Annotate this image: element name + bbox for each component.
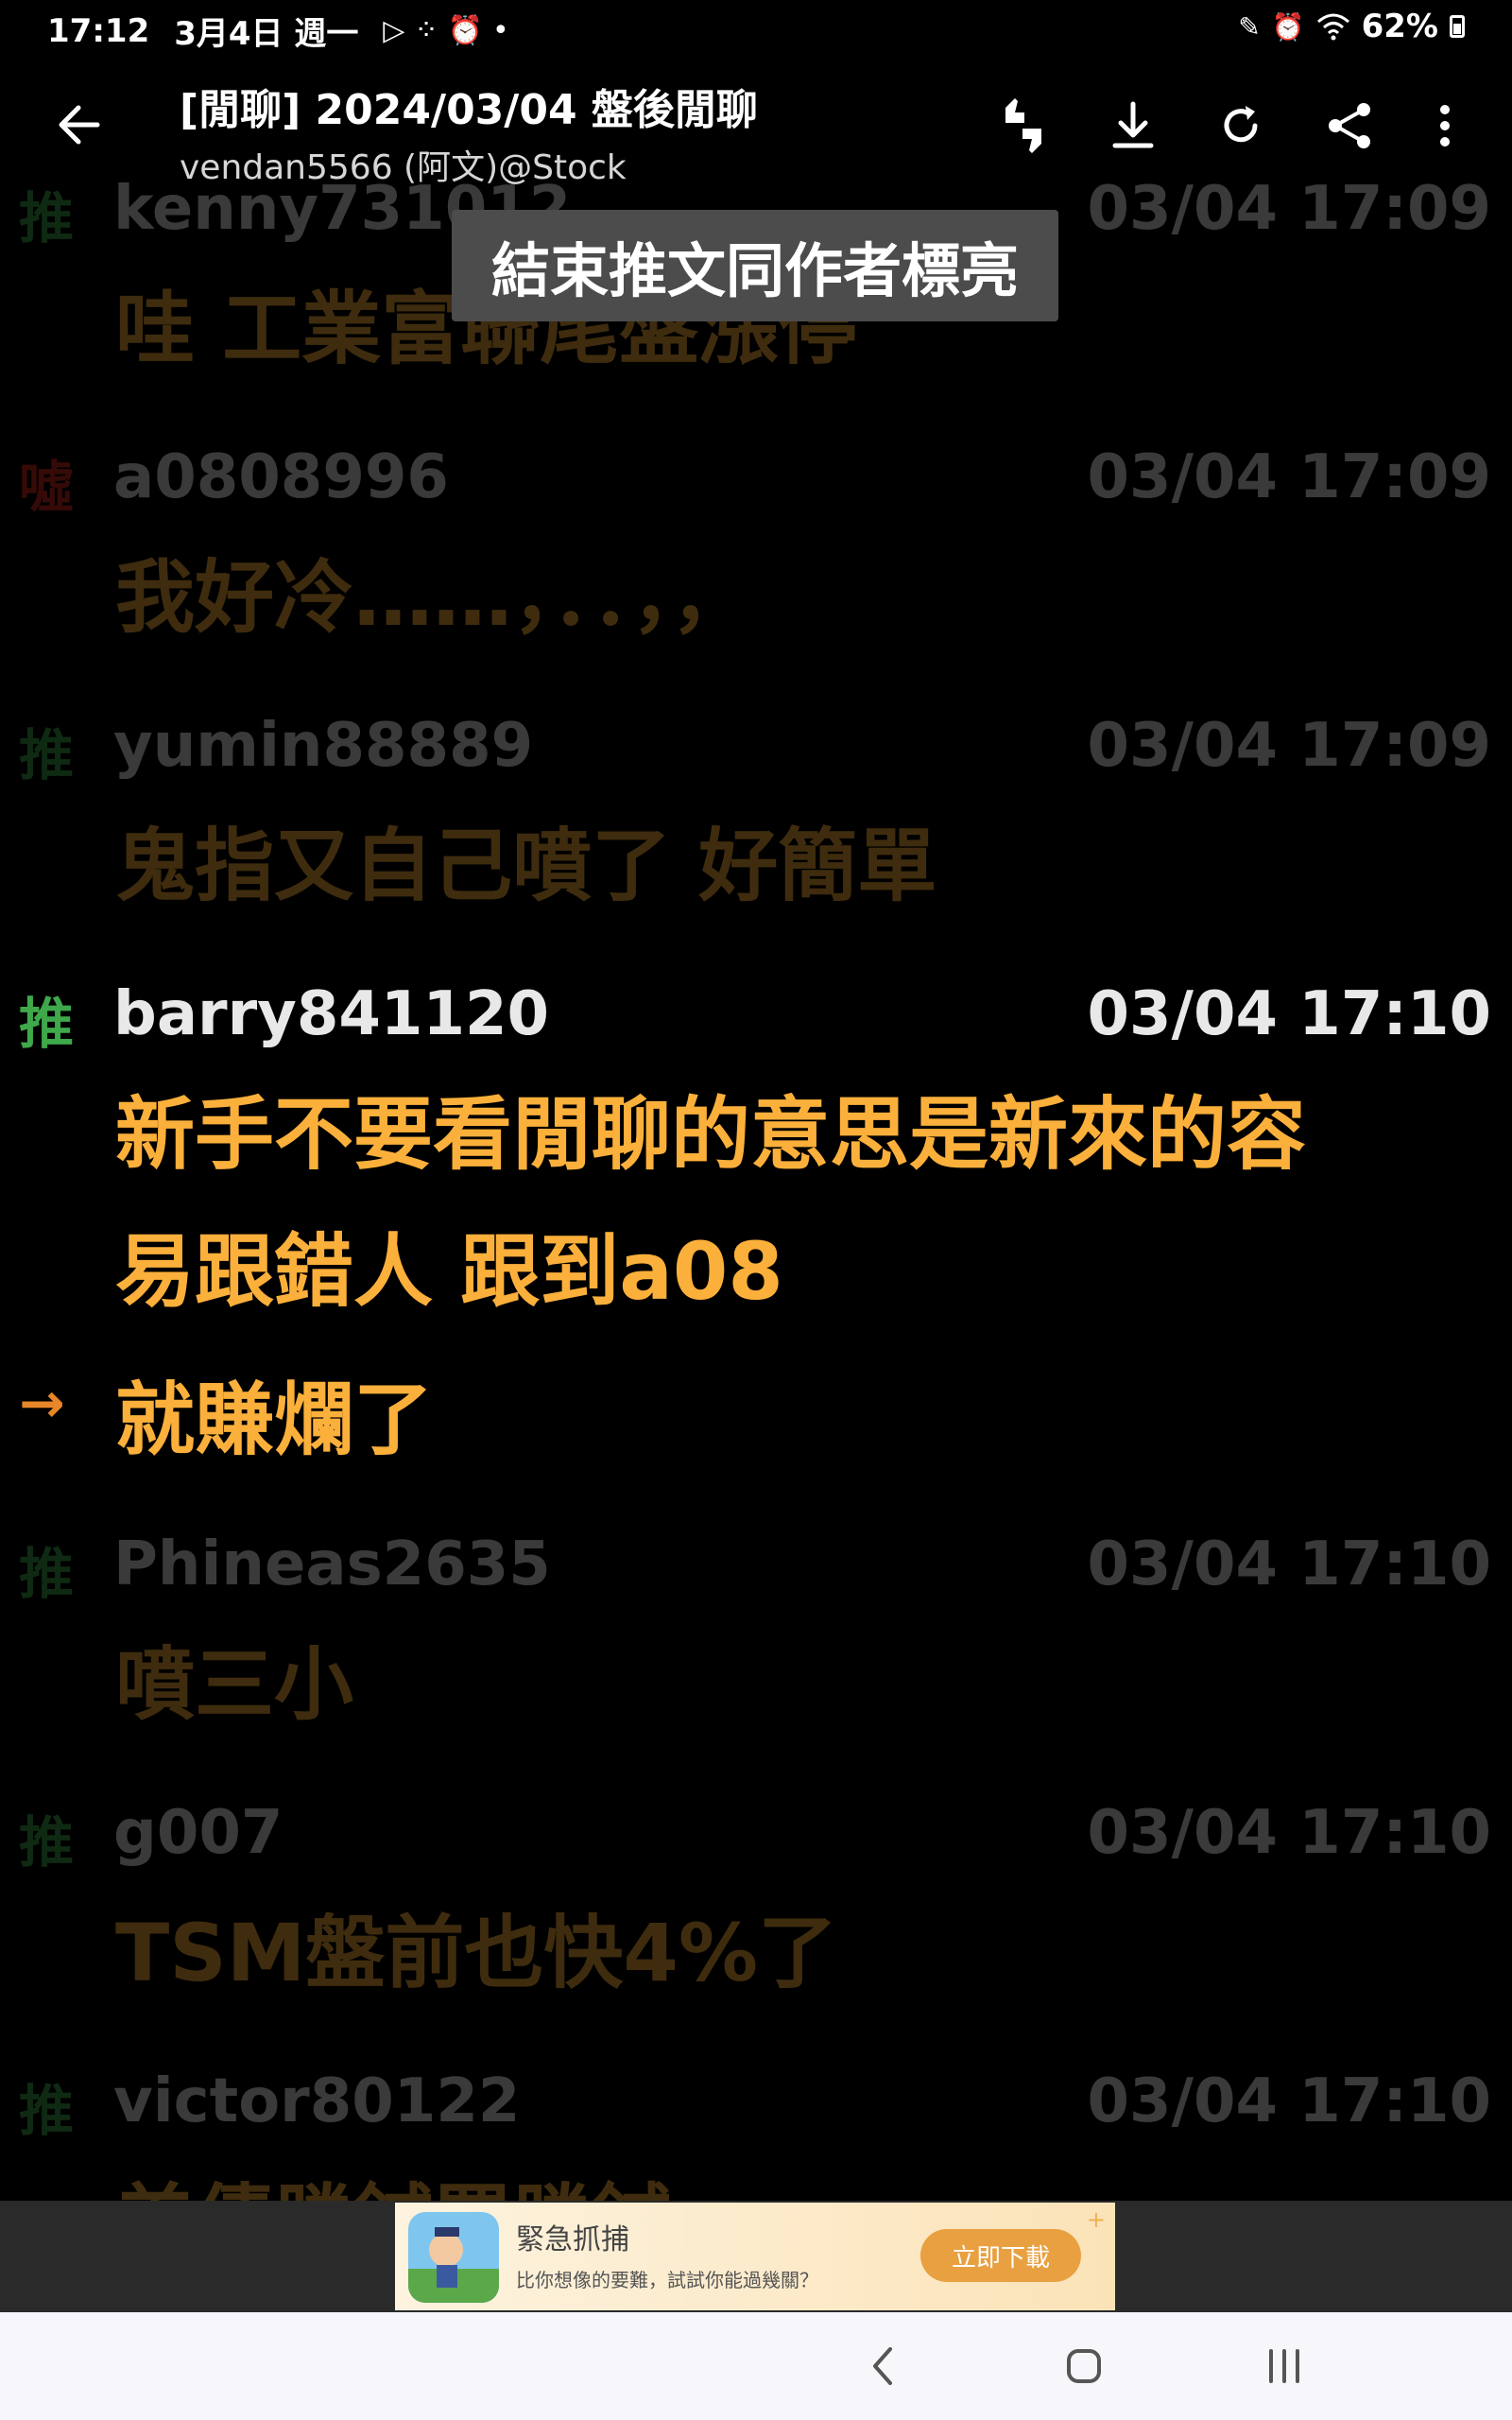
arrow-tag: → — [19, 1371, 65, 1435]
refresh-button[interactable] — [1210, 95, 1272, 157]
comment-user: victor80122 — [113, 2066, 521, 2136]
comment-header: 推 g007 03/04 17:10 — [0, 1790, 1512, 1876]
comment-text: 美債勝鍼罵勝鍼 — [115, 2153, 1457, 2201]
comment-text: 就賺爛了 — [115, 1374, 434, 1466]
comment-header: 推 yumin88889 03/04 17:09 — [0, 703, 1512, 788]
comment-text: 鬼指又自己噴了 好簡單 — [115, 820, 937, 912]
app-grid-icon: ⁘ — [414, 14, 438, 47]
comment-text: 噴三小 — [115, 1638, 354, 1731]
ad-plus-icon: + — [1086, 2206, 1106, 2233]
battery-percent: 62% — [1361, 8, 1438, 45]
push-tag: 推 — [19, 1810, 75, 1875]
ad-banner[interactable]: 緊急抓捕 比你想像的要難，試試你能過幾關？ 立即下載 + — [395, 2203, 1115, 2310]
share-icon — [1329, 103, 1370, 148]
status-time: 17:12 — [47, 11, 150, 50]
comment-header: 噓 a0808996 03/04 17:09 — [0, 435, 1512, 520]
refresh-icon — [1224, 106, 1258, 143]
boo-tag: 噓 — [19, 455, 75, 519]
comment-text: TSM盤前也快4%了 — [115, 1907, 837, 1999]
comment-text-line: 新手不要看閒聊的意思是新來的容 — [115, 1088, 1307, 1181]
comment-user: a0808996 — [113, 442, 449, 512]
rate-button[interactable] — [992, 95, 1055, 157]
push-tag: 推 — [19, 723, 75, 787]
dot-icon: • — [491, 14, 509, 47]
play-store-icon: ▷ — [383, 14, 405, 47]
comment-time: 03/04 17:10 — [1087, 1530, 1492, 1599]
comment-time: 03/04 17:10 — [1087, 2066, 1492, 2136]
recents-nav-icon — [1269, 2349, 1299, 2383]
nav-recents-button[interactable] — [1251, 2333, 1317, 2399]
ad-download-button[interactable]: 立即下載 — [920, 2229, 1081, 2282]
status-bar: 17:12 3月4日 週一 ▷ ⁘ ⏰ • ✎ ⏰ 62% — [0, 0, 1512, 59]
comment-time: 03/04 17:09 — [1087, 442, 1492, 512]
comment-text: 我好冷……，．．，， — [115, 551, 751, 644]
comment-header: 推 barry841120 03/04 17:10 — [0, 972, 1512, 1057]
nav-back-button[interactable] — [850, 2333, 917, 2399]
share-button[interactable] — [1318, 95, 1381, 157]
comment-time: 03/04 17:10 — [1087, 1798, 1492, 1868]
battery-icon — [1450, 15, 1465, 38]
toast-message: 結束推文同作者標亮 — [452, 210, 1058, 321]
arrow-left-icon — [59, 105, 100, 145]
system-nav-bar — [0, 2312, 1512, 2420]
push-tag: 推 — [19, 2079, 75, 2143]
wifi-icon — [1316, 13, 1349, 41]
nav-home-button[interactable] — [1051, 2333, 1117, 2399]
ad-description: 比你想像的要難，試試你能過幾關？ — [516, 2269, 818, 2291]
comment-text-line: 易跟錯人 跟到a08 — [115, 1225, 783, 1318]
comment-user: g007 — [113, 1798, 284, 1868]
comment-header: 推 victor80122 03/04 17:10 — [0, 2059, 1512, 2144]
download-button[interactable] — [1102, 95, 1164, 157]
pen-icon: ✎ — [1238, 10, 1261, 43]
comment-time: 03/04 17:10 — [1087, 979, 1492, 1049]
comment-user: barry841120 — [113, 979, 550, 1049]
more-options-button[interactable] — [1414, 95, 1476, 157]
comment-user: Phineas2635 — [113, 1530, 551, 1599]
page-subtitle: vendan5566 (阿文)@Stock — [180, 148, 627, 187]
thumbs-up-down-icon — [998, 98, 1049, 153]
more-vert-icon — [1440, 105, 1450, 147]
status-date: 3月4日 週一 — [174, 15, 359, 53]
app-toolbar: [閒聊] 2024/03/04 盤後閒聊 vendan5566 (阿文)@Sto… — [0, 59, 1512, 191]
back-button[interactable] — [52, 96, 109, 153]
game-app-icon — [408, 2212, 499, 2303]
comment-feed[interactable]: 推 kenny731012 03/04 17:09 哇 工業富聯尾盤漲停 噓 a… — [0, 0, 1512, 2201]
back-nav-icon — [873, 2347, 892, 2385]
comment-user: yumin88889 — [113, 711, 534, 781]
page-title: [閒聊] 2024/03/04 盤後閒聊 — [180, 86, 758, 134]
push-tag: 推 — [19, 992, 75, 1056]
comment-time: 03/04 17:09 — [1087, 711, 1492, 781]
comment-header: 推 Phineas2635 03/04 17:10 — [0, 1522, 1512, 1607]
ad-title: 緊急抓捕 — [516, 2223, 629, 2256]
home-nav-icon — [1067, 2349, 1101, 2383]
alarm-icon: ⏰ — [1271, 10, 1305, 43]
alarm-icon: ⏰ — [447, 14, 483, 47]
download-icon — [1112, 101, 1154, 148]
push-tag: 推 — [19, 1542, 75, 1606]
